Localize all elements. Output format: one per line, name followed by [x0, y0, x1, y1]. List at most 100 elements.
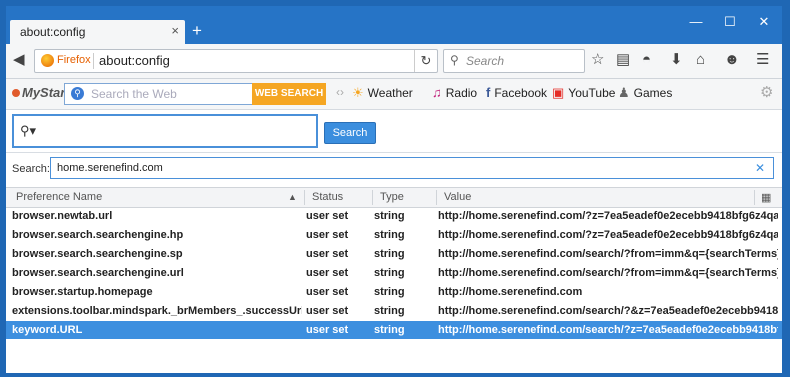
- column-picker-icon[interactable]: ▦: [761, 191, 771, 204]
- firefox-icon: [41, 54, 54, 67]
- type-cell: string: [374, 210, 405, 222]
- pref-name-cell: browser.search.searchengine.hp: [12, 229, 184, 241]
- pref-name-cell: browser.startup.homepage: [12, 286, 153, 298]
- title-bar: about:config × + — ☐ ✕: [6, 6, 782, 44]
- value-cell: http://home.serenefind.com/search/?from=…: [438, 248, 778, 260]
- menu-icon[interactable]: ☰: [756, 51, 769, 69]
- web-search-button[interactable]: WEB SEARCH: [252, 83, 326, 105]
- type-cell: string: [374, 229, 405, 241]
- pref-name-cell: keyword.URL: [12, 324, 83, 336]
- status-cell: user set: [306, 286, 349, 298]
- search-icon: ⚲: [450, 53, 459, 67]
- pref-name-cell: browser.search.searchengine.url: [12, 267, 184, 279]
- identity-label: Firefox: [57, 54, 91, 66]
- search-icon: ⚲: [71, 87, 84, 100]
- reload-button[interactable]: ↻: [414, 50, 437, 72]
- table-row[interactable]: browser.startup.homepage user set string ht…: [6, 283, 782, 301]
- column-separator: [372, 190, 373, 205]
- value-cell: http://home.serenefind.com/search/?z=7ea…: [438, 324, 778, 336]
- star-icon[interactable]: ☆: [591, 51, 604, 69]
- status-cell: user set: [306, 248, 349, 260]
- status-cell: user set: [306, 229, 349, 241]
- type-cell: string: [374, 267, 405, 279]
- games-link[interactable]: ♟ Games: [618, 85, 672, 101]
- status-cell: user set: [306, 324, 349, 336]
- type-cell: string: [374, 286, 405, 298]
- table-row[interactable]: keyword.URL user set string http://home.ser…: [6, 321, 782, 339]
- column-separator: [304, 190, 305, 205]
- joystick-icon: ♟: [618, 85, 630, 100]
- mystart-logo[interactable]: MyStart: [12, 85, 70, 100]
- facebook-icon: f: [486, 85, 491, 100]
- weather-link[interactable]: ☀ Weather: [352, 85, 413, 101]
- youtube-link[interactable]: ▣ YouTube: [552, 85, 615, 101]
- browser-window: about:config × + — ☐ ✕ ◀ Firefox about:c…: [6, 6, 782, 373]
- reading-list-icon[interactable]: ▤: [616, 51, 630, 69]
- value-cell: http://home.serenefind.com/?z=7ea5eadef0…: [438, 229, 778, 241]
- type-cell: string: [374, 305, 405, 317]
- maximize-button[interactable]: ☐: [718, 14, 742, 30]
- radio-link[interactable]: ♫ Radio: [432, 85, 477, 100]
- table-row[interactable]: browser.newtab.url user set string http://h…: [6, 207, 782, 225]
- url-text[interactable]: about:config: [99, 53, 170, 68]
- settings-gear-icon[interactable]: ⚙: [760, 83, 773, 101]
- close-tab-icon[interactable]: ×: [171, 23, 179, 38]
- pref-name-cell: extensions.toolbar.mindspark._brMembers_…: [12, 305, 302, 317]
- page-search-input[interactable]: ⚲▾: [12, 114, 318, 148]
- value-cell: http://home.serenefind.com: [438, 286, 583, 298]
- column-preference-name[interactable]: Preference Name: [16, 191, 102, 203]
- status-cell: user set: [306, 210, 349, 222]
- status-cell: user set: [306, 267, 349, 279]
- mystart-toolbar: MyStart ⚲ Search the Web WEB SEARCH ‹› ☀…: [6, 79, 782, 110]
- tab-about-config[interactable]: about:config ×: [10, 20, 185, 44]
- table-row[interactable]: extensions.toolbar.mindspark._brMembers_…: [6, 302, 782, 320]
- table-row[interactable]: browser.search.searchengine.url user set s…: [6, 264, 782, 282]
- divider: [6, 152, 782, 153]
- new-tab-button[interactable]: +: [192, 22, 202, 40]
- tv-icon: ▣: [552, 85, 565, 100]
- column-type[interactable]: Type: [380, 191, 404, 203]
- sort-ascending-icon[interactable]: ▲: [288, 192, 297, 202]
- value-cell: http://home.serenefind.com/search/?from=…: [438, 267, 778, 279]
- column-value[interactable]: Value: [444, 191, 471, 203]
- headphones-icon: ♫: [432, 85, 442, 100]
- table-row[interactable]: browser.search.searchengine.hp user set st…: [6, 226, 782, 244]
- web-search-placeholder: Search the Web: [91, 87, 177, 101]
- close-window-button[interactable]: ✕: [752, 14, 776, 30]
- pref-name-cell: browser.search.searchengine.sp: [12, 248, 183, 260]
- column-separator: [436, 190, 437, 205]
- web-search-input[interactable]: ⚲ Search the Web: [64, 83, 254, 105]
- column-separator: [754, 190, 755, 205]
- tab-title: about:config: [20, 25, 86, 39]
- facebook-link[interactable]: f Facebook: [486, 85, 547, 100]
- minimize-button[interactable]: —: [684, 14, 708, 30]
- search-placeholder: Search: [466, 54, 505, 68]
- pocket-icon[interactable]: ◓: [642, 51, 651, 69]
- search-dropdown-icon[interactable]: ⚲▾: [20, 123, 36, 139]
- back-icon[interactable]: ◀: [13, 51, 25, 69]
- page-search-button[interactable]: Search: [324, 122, 376, 144]
- type-cell: string: [374, 248, 405, 260]
- column-status[interactable]: Status: [312, 191, 343, 203]
- value-cell: http://home.serenefind.com/search/?&z=7e…: [438, 305, 778, 317]
- download-icon[interactable]: ⬇: [670, 51, 683, 69]
- home-icon[interactable]: ⌂: [696, 51, 705, 69]
- chat-icon[interactable]: ☻: [724, 51, 740, 69]
- url-separator: [93, 53, 94, 69]
- type-cell: string: [374, 324, 405, 336]
- about-config-page: ⚲▾ Search Search: home.serenefind.com ✕ …: [6, 110, 782, 373]
- pref-name-cell: browser.newtab.url: [12, 210, 113, 222]
- table-row[interactable]: browser.search.searchengine.sp user set st…: [6, 245, 782, 263]
- code-icon: ‹›: [336, 85, 344, 99]
- filter-input[interactable]: home.serenefind.com ✕: [50, 157, 774, 179]
- clear-filter-icon[interactable]: ✕: [755, 161, 765, 175]
- value-cell: http://home.serenefind.com/?z=7ea5eadef0…: [438, 210, 778, 222]
- filter-label: Search:: [12, 163, 50, 175]
- status-cell: user set: [306, 305, 349, 317]
- sun-icon: ☀: [352, 85, 364, 100]
- search-bar[interactable]: ⚲ Search: [443, 49, 585, 73]
- navigation-bar: ◀ Firefox about:config ↻ ⚲ Search ☆ ▤ ◓ …: [6, 44, 782, 79]
- filter-value: home.serenefind.com: [57, 162, 163, 174]
- url-bar[interactable]: Firefox about:config ↻: [34, 49, 438, 73]
- table-header: Preference Name ▲ Status Type Value ▦: [6, 187, 782, 208]
